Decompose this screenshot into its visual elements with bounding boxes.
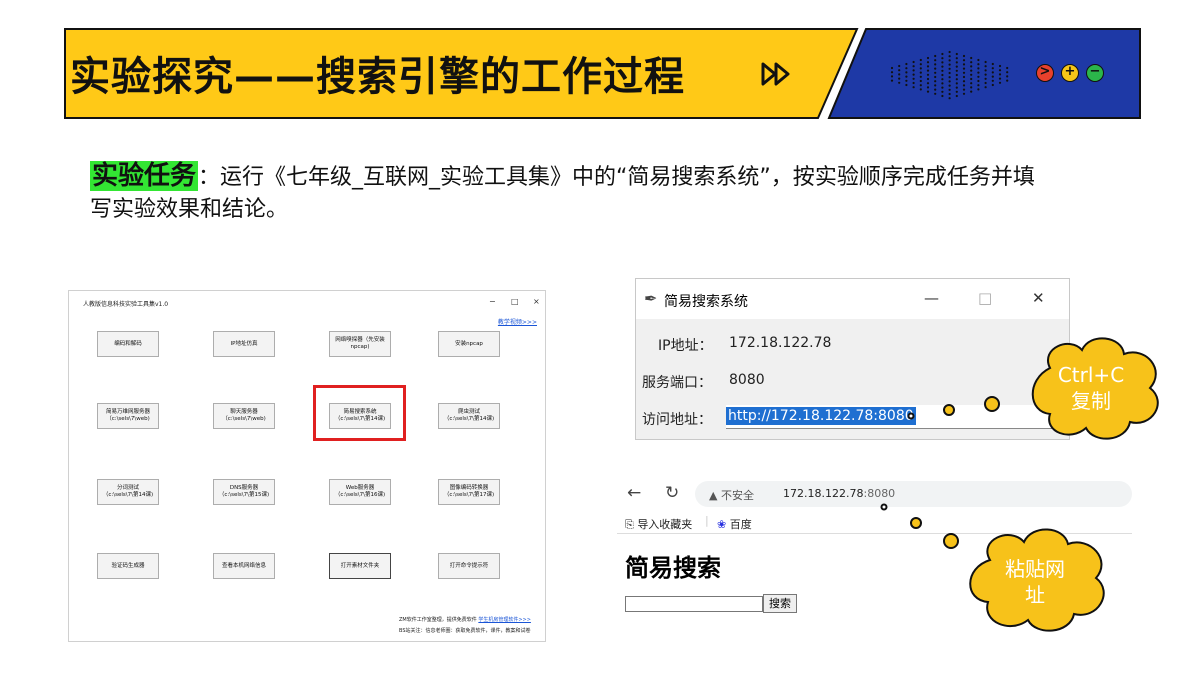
- window-title: 简易搜索系统: [664, 294, 748, 310]
- maximize-button[interactable]: □: [511, 297, 519, 306]
- footer-line-2: BS站关注：信息老师圈：获取免费软件，课件，教案和试卷: [399, 628, 531, 634]
- address-text: 172.18.122.78:8080: [783, 487, 896, 500]
- maximize-button[interactable]: □: [978, 289, 992, 307]
- tool-button-captcha-generator[interactable]: 验证码生成器: [97, 553, 159, 579]
- tool-button-chat-server[interactable]: 聊天服务器（c:\sels\7\web): [213, 403, 275, 429]
- dot-pattern: [890, 50, 1009, 100]
- tool-button-network-info[interactable]: 查看本机网络信息: [213, 553, 275, 579]
- search-button[interactable]: 搜索: [763, 594, 797, 613]
- tool-button-ip-sim[interactable]: IP地址仿真: [213, 331, 275, 357]
- bookmark-import[interactable]: ⎘ 导入收藏夹: [625, 516, 692, 532]
- paste-callout-text: 粘贴网址: [1005, 557, 1065, 607]
- tool-button-tokenizer-test[interactable]: 分词测试（c:\sels\7\第14课): [97, 479, 159, 505]
- reload-icon[interactable]: ↻: [665, 483, 679, 503]
- tool-button-open-materials[interactable]: 打开素材文件夹: [329, 553, 391, 579]
- highlight-box: [313, 385, 406, 441]
- url-selected-text: http://172.18.122.78:8080: [726, 407, 916, 425]
- copy-callout-text: Ctrl+C 复制: [1057, 363, 1125, 413]
- url-label: 访问地址：: [642, 412, 712, 428]
- tool-window-title: 人教版信息科技实验工具集v1.0: [83, 301, 169, 308]
- port-value: 8080: [729, 372, 765, 388]
- close-button[interactable]: ✕: [1032, 289, 1045, 307]
- footer-line-1: ZM软件工作室整理，提供免费软件 学生机房管理软件>>>: [399, 617, 531, 623]
- title-bar: ✒ 简易搜索系统 — □ ✕: [636, 279, 1069, 319]
- page-heading: 简易搜索: [625, 554, 721, 582]
- search-input[interactable]: [625, 596, 763, 612]
- page-title: 实验探究——搜索引擎的工作过程: [70, 54, 685, 100]
- tool-button-web-server[interactable]: 简易万维网服务器（c:\sels\7\web): [97, 403, 159, 429]
- bookmarks-bar: ⎘ 导入收藏夹 | ❀ 百度: [617, 512, 1132, 534]
- tool-collection-window: 人教版信息科技实验工具集v1.0 − □ × 教学视频>>> 编码和解码 IP地址…: [68, 290, 546, 642]
- task-label: 实验任务: [90, 161, 199, 191]
- address-bar[interactable]: ▲ 不安全 172.18.122.78:8080: [695, 481, 1132, 507]
- url-field[interactable]: http://172.18.122.78:8080: [726, 405, 1070, 429]
- close-button[interactable]: ×: [533, 297, 540, 306]
- port-label: 服务端口：: [642, 375, 712, 391]
- ip-label: IP地址：: [658, 338, 713, 354]
- task-text: ：运行《七年级_互联网_实验工具集》中的“简易搜索系统”，按实验顺序完成任务并填…: [90, 165, 1035, 222]
- tool-button-open-cmd[interactable]: 打开命令提示符: [438, 553, 500, 579]
- footer-link[interactable]: 学生机房管理软件>>>: [478, 617, 531, 623]
- minimize-button[interactable]: —: [924, 289, 939, 307]
- feather-icon: ✒: [644, 289, 658, 308]
- tool-button-install-npcap[interactable]: 安装npcap: [438, 331, 500, 357]
- teaching-video-link[interactable]: 教学视频>>>: [498, 317, 537, 326]
- yellow-dot-icon: +: [1061, 64, 1079, 82]
- tool-button-dns-server[interactable]: DNS服务器（c:\sels\7\第15课): [213, 479, 275, 505]
- back-icon[interactable]: ←: [627, 483, 641, 503]
- ip-value: 172.18.122.78: [729, 335, 832, 351]
- green-dot-icon: −: [1086, 64, 1104, 82]
- browser-toolbar: ← ↻ ▲ 不安全 172.18.122.78:8080: [617, 478, 1132, 510]
- import-icon: ⎘: [625, 518, 634, 531]
- task-description: 实验任务：运行《七年级_互联网_实验工具集》中的“简易搜索系统”，按实验顺序完成…: [90, 160, 1050, 226]
- search-system-window: ✒ 简易搜索系统 — □ ✕ IP地址： 172.18.122.78 服务端口：…: [635, 278, 1070, 440]
- tool-button-sniffer[interactable]: 网络嗅探器（先安装npcap): [329, 331, 391, 357]
- tool-button-web-server-16[interactable]: Web服务器（c:\sels\7\第16课): [329, 479, 391, 505]
- fast-forward-icon: [761, 62, 790, 86]
- tool-button-encode-decode[interactable]: 编码和解码: [97, 331, 159, 357]
- bookmark-separator: |: [705, 514, 709, 527]
- warning-icon: ▲: [709, 489, 718, 502]
- minimize-button[interactable]: −: [489, 297, 496, 306]
- red-dot-icon: >: [1036, 64, 1054, 82]
- bookmark-baidu[interactable]: ❀ 百度: [717, 516, 752, 532]
- tool-button-image-converter[interactable]: 图像编码转换器（c:\sels\7\第17课): [438, 479, 500, 505]
- insecure-indicator[interactable]: ▲ 不安全: [709, 487, 754, 503]
- baidu-paw-icon: ❀: [717, 518, 727, 531]
- tool-button-crawler-test[interactable]: 爬虫测试（c:\sels\7\第14课): [438, 403, 500, 429]
